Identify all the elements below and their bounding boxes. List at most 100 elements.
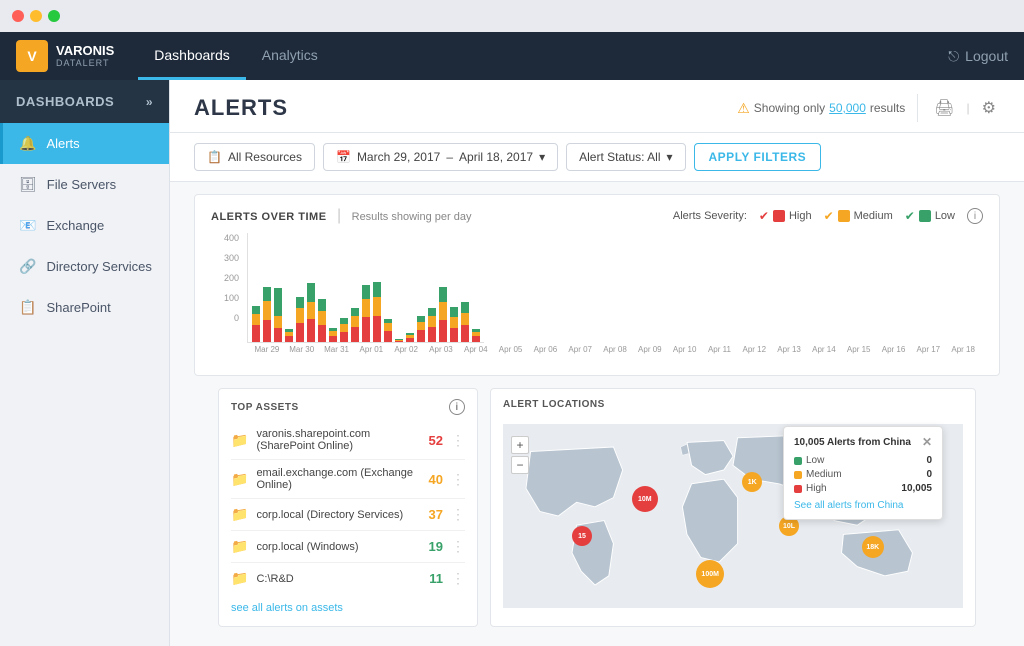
- status-filter[interactable]: Alert Status: All ▾: [566, 143, 685, 171]
- asset-more-3[interactable]: ⋮: [451, 538, 465, 555]
- asset-more-4[interactable]: ⋮: [451, 570, 465, 587]
- bar-group-20[interactable]: [472, 233, 480, 342]
- bar-group-5[interactable]: [307, 233, 315, 342]
- bar-group-1[interactable]: [263, 233, 271, 342]
- tooltip-label-low: Low: [794, 455, 926, 466]
- map-bubble-1[interactable]: 15: [572, 526, 592, 546]
- tooltip-title: 10,005 Alerts from China: [794, 437, 911, 448]
- x-label-20: Apr 18: [947, 345, 979, 354]
- logo-text-block: VARONIS DATALERT: [56, 44, 114, 68]
- bar-chart: 0 100 200 300 400 Mar 29Mar 30Mar 31Apr …: [211, 233, 983, 363]
- warning-icon: ⚠: [737, 100, 750, 117]
- bar-group-16[interactable]: [428, 233, 436, 342]
- map-title: ALERT LOCATIONS: [503, 399, 963, 410]
- tooltip-close-button[interactable]: ✕: [922, 435, 932, 449]
- bar-group-6[interactable]: [318, 233, 326, 342]
- map-bubble-0[interactable]: 10M: [632, 486, 658, 512]
- logo-icon: V: [16, 40, 48, 72]
- sidebar-label-file-servers: File Servers: [47, 177, 116, 192]
- medium-checkbox[interactable]: ✔: [824, 209, 834, 223]
- bar-group-12[interactable]: [384, 233, 392, 342]
- header-icons: 🖨 | ⚙: [917, 94, 1000, 122]
- bar-medium-5: [307, 302, 315, 319]
- x-label-9: Apr 07: [564, 345, 596, 354]
- bar-group-3[interactable]: [285, 233, 293, 342]
- sidebar-expand-icon[interactable]: »: [146, 95, 153, 109]
- tooltip-see-all-link[interactable]: See all alerts from China: [794, 500, 932, 511]
- high-checkbox[interactable]: ✔: [759, 209, 769, 223]
- logo-sub: DATALERT: [56, 58, 114, 68]
- date-filter[interactable]: 📅 March 29, 2017 – April 18, 2017 ▾: [323, 143, 558, 171]
- sidebar-item-file-servers[interactable]: 🗄 File Servers: [0, 164, 169, 205]
- logout-button[interactable]: ⎋ Logout: [948, 48, 1008, 65]
- bar-group-18[interactable]: [450, 233, 458, 342]
- bar-high-17: [439, 320, 447, 342]
- bar-high-16: [428, 327, 436, 342]
- low-label: Low: [935, 210, 955, 222]
- bar-high-7: [329, 336, 337, 342]
- bar-group-17[interactable]: [439, 233, 447, 342]
- see-all-assets-link[interactable]: see all alerts on assets: [231, 602, 465, 614]
- bar-group-7[interactable]: [329, 233, 337, 342]
- zoom-out-button[interactable]: −: [511, 456, 529, 474]
- asset-more-1[interactable]: ⋮: [451, 471, 465, 488]
- asset-row-2[interactable]: 📁 corp.local (Directory Services) 37 ⋮: [231, 499, 465, 531]
- bar-group-14[interactable]: [406, 233, 414, 342]
- asset-row-3[interactable]: 📁 corp.local (Windows) 19 ⋮: [231, 531, 465, 563]
- bar-group-0[interactable]: [252, 233, 260, 342]
- bar-chart-inner: [247, 233, 484, 343]
- map-bubble-6[interactable]: 100M: [696, 560, 724, 588]
- sidebar-item-exchange[interactable]: 📧 Exchange: [0, 205, 169, 246]
- tooltip-header: 10,005 Alerts from China ✕: [794, 435, 932, 449]
- bar-group-15[interactable]: [417, 233, 425, 342]
- sidebar-item-alerts[interactable]: 🔔 Alerts: [0, 123, 169, 164]
- x-label-4: Apr 02: [390, 345, 422, 354]
- sidebar-header: DASHBOARDS »: [0, 80, 169, 123]
- bar-group-8[interactable]: [340, 233, 348, 342]
- bar-group-19[interactable]: [461, 233, 469, 342]
- map-bubble-7[interactable]: 18K: [862, 536, 884, 558]
- logo-name: VARONIS: [56, 44, 114, 58]
- asset-list: 📁 varonis.sharepoint.com (SharePoint Onl…: [231, 421, 465, 594]
- asset-row-1[interactable]: 📁 email.exchange.com (Exchange Online) 4…: [231, 460, 465, 499]
- close-dot[interactable]: [12, 10, 24, 22]
- y-label-200: 200: [224, 273, 239, 283]
- sidebar-item-directory-services[interactable]: 🔗 Directory Services: [0, 246, 169, 287]
- asset-more-0[interactable]: ⋮: [451, 432, 465, 449]
- minimize-dot[interactable]: [30, 10, 42, 22]
- asset-row-4[interactable]: 📁 C:\R&D 11 ⋮: [231, 563, 465, 594]
- bar-group-10[interactable]: [362, 233, 370, 342]
- bar-group-9[interactable]: [351, 233, 359, 342]
- x-axis: Mar 29Mar 30Mar 31Apr 01Apr 02Apr 03Apr …: [247, 343, 983, 354]
- bar-group-2[interactable]: [274, 233, 282, 342]
- maximize-dot[interactable]: [48, 10, 60, 22]
- x-label-3: Apr 01: [355, 345, 387, 354]
- y-label-400: 400: [224, 233, 239, 243]
- status-filter-label: Alert Status: All: [579, 150, 660, 164]
- nav-dashboards[interactable]: Dashboards: [138, 32, 246, 80]
- chart-subtitle: Results showing per day: [352, 211, 472, 223]
- asset-row-0[interactable]: 📁 varonis.sharepoint.com (SharePoint Onl…: [231, 421, 465, 460]
- bar-medium-18: [450, 317, 458, 328]
- results-link[interactable]: 50,000: [829, 101, 866, 115]
- assets-info-icon[interactable]: i: [449, 399, 465, 415]
- date-end-label: April 18, 2017: [459, 150, 533, 164]
- bar-high-0: [252, 325, 260, 342]
- asset-more-2[interactable]: ⋮: [451, 506, 465, 523]
- sidebar-item-sharepoint[interactable]: 📋 SharePoint: [0, 287, 169, 328]
- zoom-in-button[interactable]: +: [511, 436, 529, 454]
- x-label-2: Mar 31: [321, 345, 353, 354]
- low-checkbox[interactable]: ✔: [905, 209, 915, 223]
- settings-icon[interactable]: ⚙: [978, 94, 1000, 122]
- bar-group-4[interactable]: [296, 233, 304, 342]
- nav-analytics[interactable]: Analytics: [246, 32, 334, 80]
- bar-group-13[interactable]: [395, 233, 403, 342]
- bar-high-8: [340, 332, 348, 342]
- resources-filter[interactable]: 📋 All Resources: [194, 143, 315, 171]
- print-icon[interactable]: 🖨: [930, 94, 958, 122]
- top-assets-panel: TOP ASSETS i 📁 varonis.sharepoint.com (S…: [218, 388, 478, 627]
- bar-medium-17: [439, 302, 447, 320]
- chart-info-icon[interactable]: i: [967, 208, 983, 224]
- apply-filters-button[interactable]: APPLY FILTERS: [694, 143, 822, 171]
- bar-group-11[interactable]: [373, 233, 381, 342]
